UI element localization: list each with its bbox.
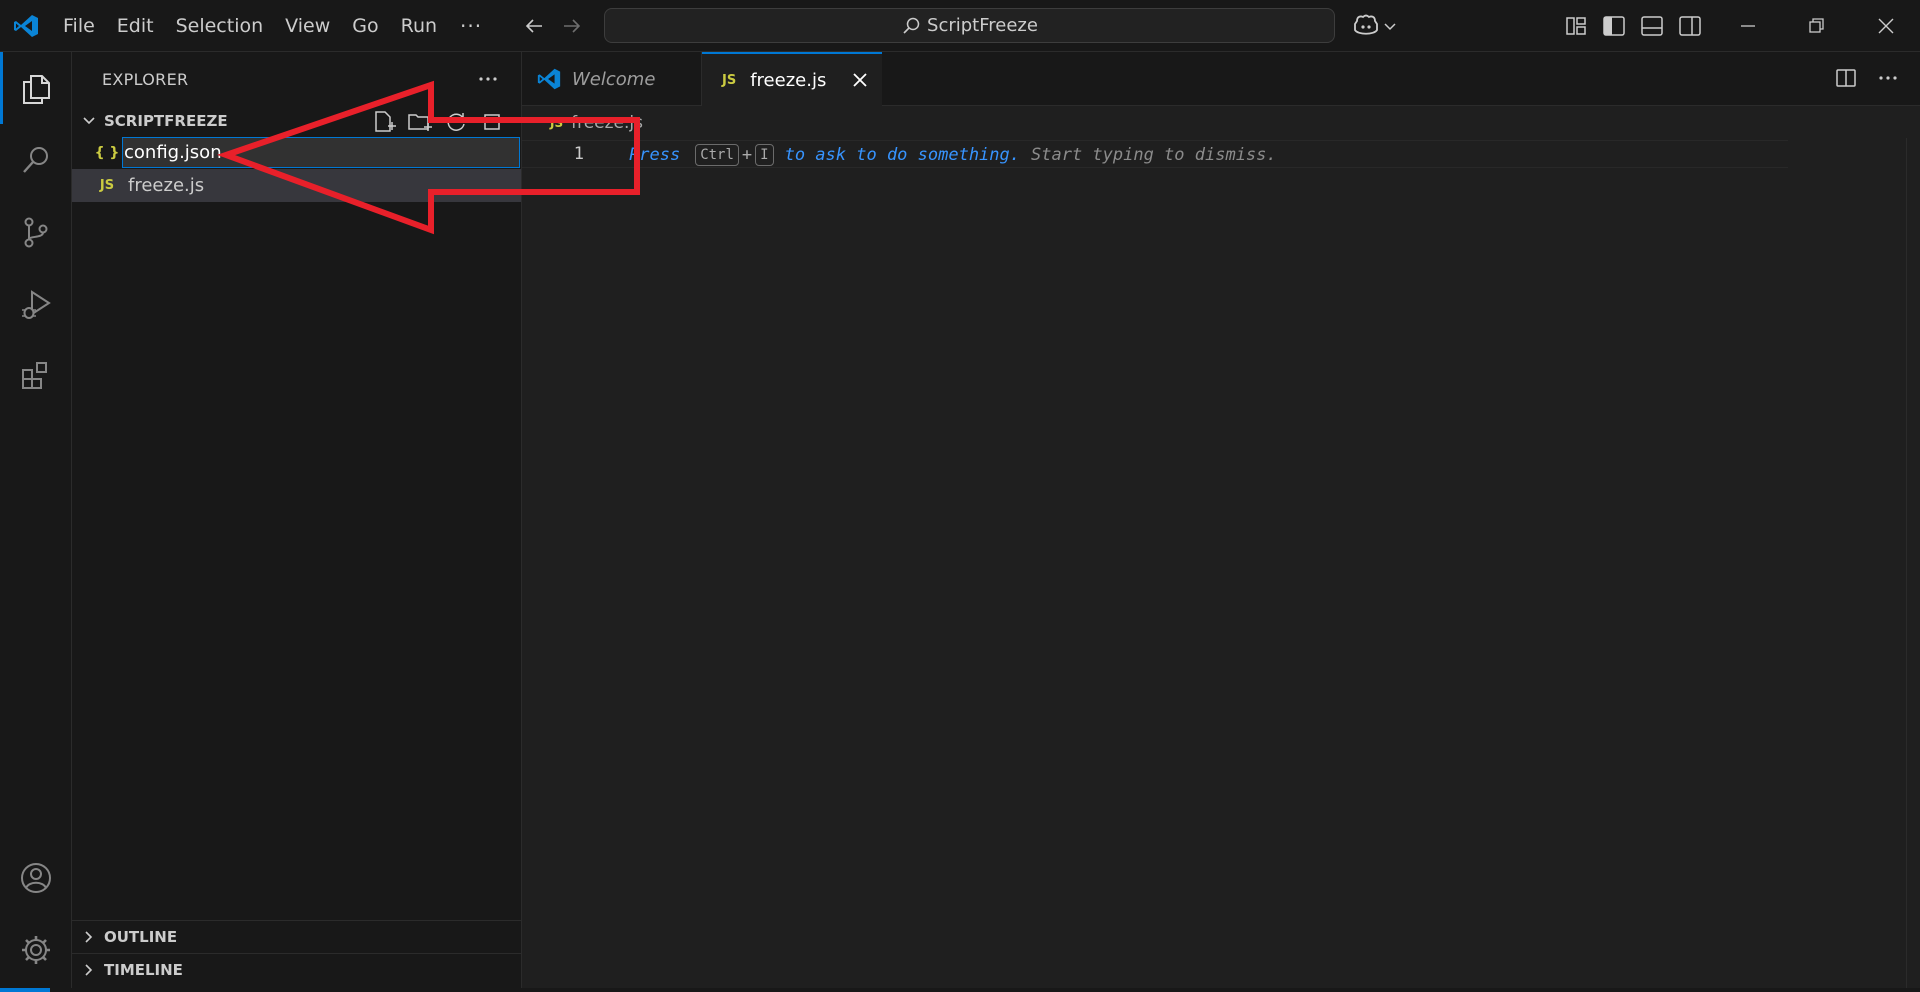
menu-edit[interactable]: Edit (106, 0, 165, 52)
explorer-sidebar: EXPLORER SCRIPTFREEZE {} config.json JS… (72, 52, 522, 990)
more-actions-icon[interactable] (475, 66, 501, 92)
search-icon (903, 17, 920, 34)
menu-run[interactable]: Run (390, 0, 448, 52)
extensions-icon (22, 362, 47, 389)
rename-input[interactable] (124, 139, 516, 166)
folder-name: SCRIPTFREEZE (104, 112, 228, 130)
activity-extensions[interactable] (0, 340, 72, 412)
menu-file[interactable]: File (52, 0, 106, 52)
activity-search[interactable] (0, 124, 72, 196)
editor-tabs: Welcome JS freeze.js (522, 52, 1920, 107)
activity-manage[interactable] (0, 914, 72, 986)
split-editor-icon[interactable] (1834, 66, 1858, 90)
gear-icon (22, 936, 50, 964)
editor-area: Welcome JS freeze.js JS freeze.js 1 Pres… (522, 52, 1920, 990)
remote-indicator[interactable] (0, 988, 50, 992)
tree-item-config-json[interactable]: { } (72, 136, 521, 169)
activity-accounts[interactable] (0, 842, 72, 914)
toggle-panel-icon[interactable] (1638, 12, 1666, 40)
activity-run-debug[interactable] (0, 268, 72, 340)
forward-arrow-icon[interactable] (558, 12, 586, 40)
chevron-right-icon (85, 931, 93, 943)
activity-explorer[interactable] (0, 52, 72, 124)
file-name: freeze.js (128, 175, 205, 196)
hint-dismiss: Start typing to dismiss. (1031, 145, 1277, 165)
line-number: 1 (573, 144, 584, 164)
hint-ask: to ask to do something. (784, 145, 1020, 165)
customize-layout-icon[interactable] (1562, 12, 1590, 40)
chevron-down-icon (83, 117, 95, 125)
close-window-icon[interactable] (1872, 12, 1900, 40)
outline-label: OUTLINE (104, 928, 178, 946)
kbd-ctrl: Ctrl (695, 144, 739, 166)
hint-press: Press (629, 145, 681, 165)
js-file-icon: JS (722, 73, 737, 88)
breadcrumb-file[interactable]: freeze.js (571, 113, 643, 133)
timeline-label: TIMELINE (104, 961, 183, 979)
account-icon (21, 863, 51, 893)
new-folder-icon[interactable] (407, 109, 433, 135)
tab-welcome[interactable]: Welcome (522, 52, 702, 106)
activity-source-control[interactable] (0, 196, 72, 268)
collapse-all-icon[interactable] (479, 109, 505, 135)
more-actions-icon[interactable] (1876, 66, 1900, 90)
explorer-header: EXPLORER (72, 52, 521, 106)
toggle-secondary-sidebar-icon[interactable] (1676, 12, 1704, 40)
kbd-plus: + (741, 145, 753, 165)
refresh-icon[interactable] (443, 109, 469, 135)
menu-view[interactable]: View (274, 0, 341, 52)
copilot-button[interactable] (1352, 10, 1404, 42)
editor-scrollbar[interactable] (1906, 138, 1920, 990)
folder-actions (371, 109, 505, 135)
tree-item-freeze-js[interactable]: JS freeze.js (72, 169, 521, 202)
copilot-icon (1354, 14, 1378, 35)
inline-chat-hint: Press Ctrl + I to ask to do something. S… (629, 141, 1277, 169)
status-bar (0, 988, 1920, 992)
command-center-label: ScriptFreeze (927, 15, 1038, 36)
kbd-i: I (755, 144, 774, 166)
activity-bar (0, 52, 72, 990)
menu-more-button[interactable]: ··· (448, 0, 494, 52)
tab-freeze-js[interactable]: JS freeze.js (702, 52, 882, 107)
command-center-search[interactable]: ScriptFreeze (604, 8, 1335, 43)
vscode-logo-icon (537, 68, 561, 90)
breadcrumb[interactable]: JS freeze.js (550, 110, 643, 136)
menu-go[interactable]: Go (341, 0, 389, 52)
editor-actions (1834, 66, 1900, 90)
js-file-icon: JS (99, 178, 115, 193)
minimize-icon[interactable] (1734, 12, 1762, 40)
json-file-icon: { } (94, 144, 120, 161)
title-bar: File Edit Selection View Go Run ··· Scri… (0, 0, 1920, 52)
vscode-logo-icon (14, 15, 38, 37)
tab-label: Welcome (572, 68, 656, 90)
source-control-icon (24, 217, 48, 248)
new-file-icon[interactable] (371, 109, 397, 135)
folder-section-header[interactable]: SCRIPTFREEZE (72, 106, 521, 136)
tab-label: freeze.js (750, 70, 827, 91)
explorer-title: EXPLORER (102, 69, 189, 89)
search-icon (23, 147, 48, 173)
js-file-icon: JS (550, 116, 564, 130)
close-icon[interactable] (848, 68, 872, 92)
menu-selection[interactable]: Selection (165, 0, 275, 52)
back-arrow-icon[interactable] (520, 12, 548, 40)
files-icon (23, 75, 50, 104)
restore-icon[interactable] (1802, 12, 1830, 40)
timeline-section-header[interactable]: TIMELINE (72, 953, 522, 986)
run-debug-icon (22, 290, 51, 319)
outline-section-header[interactable]: OUTLINE (72, 920, 522, 953)
chevron-right-icon (85, 964, 93, 976)
menu-bar: File Edit Selection View Go Run ··· (52, 0, 494, 52)
toggle-primary-sidebar-icon[interactable] (1600, 12, 1628, 40)
chevron-down-icon (1384, 23, 1396, 31)
